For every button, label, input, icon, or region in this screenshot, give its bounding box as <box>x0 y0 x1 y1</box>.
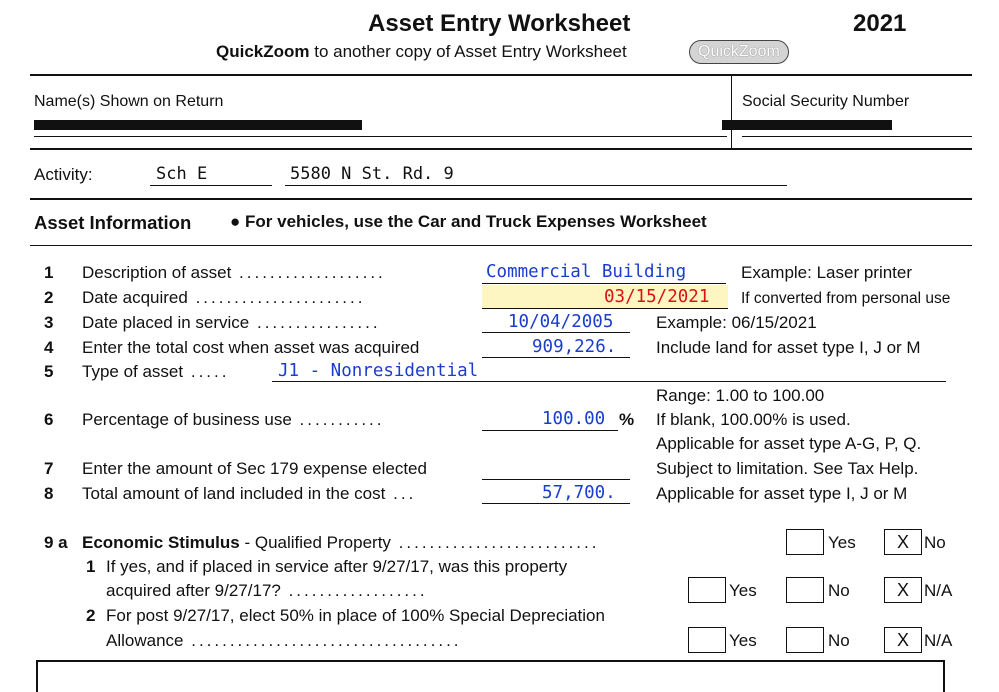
field-line <box>482 308 728 309</box>
yes-checkbox[interactable] <box>786 529 824 555</box>
line-hint: Example: 06/15/2021 <box>656 313 817 332</box>
line-label: Economic Stimulus - Qualified Property .… <box>82 533 600 552</box>
na-label: N/A <box>924 581 953 600</box>
line-label: Type of asset ..... <box>82 362 230 381</box>
line-hint: If blank, 100.00% is used. <box>656 410 851 429</box>
activity-address[interactable]: 5580 N St. Rd. 9 <box>290 164 454 184</box>
sub-line-label: acquired after 9/27/17? ................… <box>106 581 428 600</box>
no-label: No <box>924 533 946 552</box>
sub-line-label: If yes, and if placed in service after 9… <box>106 557 568 576</box>
ssn-label: Social Security Number <box>742 93 910 110</box>
line-number: 6 <box>44 410 54 429</box>
na-checkbox[interactable]: X <box>884 627 922 653</box>
date-in-service-value[interactable]: 10/04/2005 <box>508 312 613 332</box>
line-label: Date acquired ...................... <box>82 288 366 307</box>
redacted-name <box>34 120 362 130</box>
line-label: Enter the amount of Sec 179 expense elec… <box>82 459 427 478</box>
line-label: Enter the total cost when asset was acqu… <box>82 338 420 357</box>
line-number: 1 <box>44 263 54 282</box>
yes-checkbox[interactable] <box>688 627 726 653</box>
asset-type-value[interactable]: J1 - Nonresidential <box>278 361 478 381</box>
total-cost-value[interactable]: 909,226. <box>532 337 616 357</box>
divider <box>30 245 972 246</box>
address-field-line <box>285 185 787 186</box>
schedule-field-line <box>150 185 272 186</box>
line-number: 8 <box>44 484 54 503</box>
business-use-value[interactable]: 100.00 <box>542 409 605 429</box>
na-label: N/A <box>924 631 953 650</box>
line-number: 2 <box>44 288 54 307</box>
quickzoom-bold: QuickZoom <box>216 42 310 61</box>
asset-info-note: ● For vehicles, use the Car and Truck Ex… <box>230 212 707 232</box>
no-checkbox[interactable]: X <box>884 529 922 555</box>
tax-year: 2021 <box>853 10 907 37</box>
divider <box>30 74 972 76</box>
sub-line-number: 2 <box>86 606 96 625</box>
field-line <box>272 381 946 382</box>
asset-info-heading: Asset Information <box>34 212 192 233</box>
redacted-ssn <box>722 120 892 130</box>
no-checkbox[interactable] <box>786 627 824 653</box>
quickzoom-button[interactable]: QuickZoom <box>689 40 789 64</box>
sub-line-number: 1 <box>86 557 96 576</box>
yes-checkbox[interactable] <box>688 577 726 603</box>
ssn-field-line <box>742 136 972 137</box>
line-label: Total amount of land included in the cos… <box>82 484 417 503</box>
line-number: 4 <box>44 338 54 357</box>
vertical-divider <box>731 76 732 148</box>
line-label: Description of asset ................... <box>82 263 386 282</box>
field-line <box>482 332 630 333</box>
date-acquired-value[interactable]: 03/15/2021 <box>604 287 709 307</box>
no-label: No <box>828 581 850 600</box>
no-label: No <box>828 631 850 650</box>
line-hint: Applicable for asset type I, J or M <box>656 484 908 503</box>
no-checkbox[interactable] <box>786 577 824 603</box>
asset-description-value[interactable]: Commercial Building <box>486 262 686 282</box>
line-label: Date placed in service ................ <box>82 313 381 332</box>
name-label: Name(s) Shown on Return <box>34 93 224 110</box>
yes-label: Yes <box>729 581 757 600</box>
line-number: 5 <box>44 362 54 381</box>
line-hint: Example: Laser printer <box>741 263 913 282</box>
field-line <box>482 430 618 431</box>
asset-info-note-text: For vehicles, use the Car and Truck Expe… <box>245 212 707 231</box>
line-hint: Applicable for asset type A-G, P, Q. <box>656 434 922 453</box>
yes-label: Yes <box>729 631 757 650</box>
activity-label: Activity: <box>34 165 93 184</box>
na-checkbox[interactable]: X <box>884 577 922 603</box>
line-number: 9 a <box>44 533 68 552</box>
activity-schedule[interactable]: Sch E <box>156 164 207 184</box>
yes-label: Yes <box>828 533 856 552</box>
name-field-line <box>34 136 727 137</box>
page-title: Asset Entry Worksheet <box>368 10 631 37</box>
field-line <box>482 479 630 480</box>
bottom-panel <box>36 660 945 692</box>
divider <box>30 148 972 150</box>
line-hint: If converted from personal use <box>741 290 951 307</box>
line-hint: Include land for asset type I, J or M <box>656 338 921 357</box>
sub-line-label: Allowance ..............................… <box>106 631 462 650</box>
bullet-icon: ● <box>230 212 241 231</box>
range-hint: Range: 1.00 to 100.00 <box>656 386 825 405</box>
field-line <box>482 357 630 358</box>
field-line <box>482 503 630 504</box>
line-hint: Subject to limitation. See Tax Help. <box>656 459 919 478</box>
field-line <box>482 283 726 284</box>
quickzoom-text: to another copy of Asset Entry Worksheet <box>314 42 627 61</box>
percent-sign: % <box>619 410 635 429</box>
line-label: Percentage of business use ........... <box>82 410 385 429</box>
quickzoom-line: QuickZoom to another copy of Asset Entry… <box>216 42 627 62</box>
sub-line-label: For post 9/27/17, elect 50% in place of … <box>106 606 605 625</box>
divider <box>30 198 972 200</box>
line-number: 7 <box>44 459 54 478</box>
line-number: 3 <box>44 313 54 332</box>
land-cost-value[interactable]: 57,700. <box>542 483 616 503</box>
